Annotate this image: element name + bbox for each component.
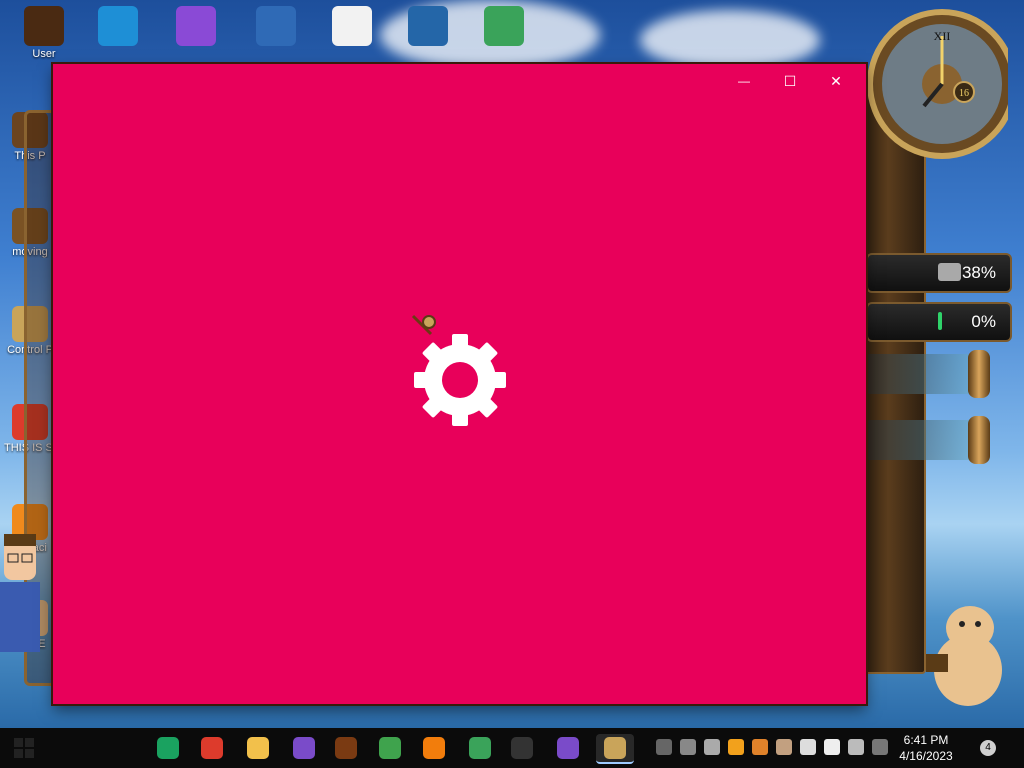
taskbar-date: 4/16/2023 (899, 749, 953, 763)
tray-app-icon[interactable] (752, 739, 768, 755)
edge-icon (98, 6, 138, 46)
steampunk-clock-widget[interactable]: 16 XII (862, 2, 1008, 164)
desktop-icon-label: User (32, 48, 56, 60)
chrome-icon (201, 737, 223, 759)
tube-cap (968, 416, 990, 464)
gauge-tube-2 (866, 416, 990, 464)
tray-grid-icon[interactable] (848, 739, 864, 755)
minimize-icon: — (738, 74, 750, 88)
desktop-icon-monitor[interactable] (474, 6, 534, 48)
taskbar-windows-flag[interactable] (376, 734, 404, 762)
svg-text:XII: XII (934, 29, 951, 43)
taskbar-bonzi-2[interactable] (554, 734, 582, 762)
monitor-icon (484, 6, 524, 46)
taskbar-file-explorer[interactable] (244, 734, 272, 762)
volume-muted-icon[interactable] (704, 739, 720, 755)
meter-value: 38% (961, 263, 996, 282)
taskbar-vlc[interactable] (420, 734, 448, 762)
cpu-meter-widget: 38% (866, 253, 1012, 293)
taskbar-chrome[interactable] (198, 734, 226, 762)
desktop-icon-user[interactable]: User (14, 6, 74, 60)
steampunk-cursor-icon (411, 314, 436, 336)
notification-count: 4 (985, 742, 991, 753)
clock-day-text: 16 (959, 88, 969, 99)
tray-drop-icon[interactable] (800, 739, 816, 755)
close-button[interactable]: ✕ (813, 66, 859, 96)
onedrive-icon[interactable] (824, 739, 840, 755)
desktop-icon-visual-studio[interactable] (166, 6, 226, 48)
taskbar-bonzi[interactable] (290, 734, 318, 762)
file-explorer-icon (247, 737, 269, 759)
maximize-icon: ☐ (783, 72, 797, 89)
taskbar-clock[interactable]: 6:41 PM 4/16/2023 (888, 732, 964, 764)
taskbar-app-brown[interactable] (332, 734, 360, 762)
start-windows-icon[interactable] (14, 738, 34, 758)
hamster-mascot[interactable] (918, 600, 1008, 708)
tube-cap (968, 350, 990, 398)
taskbar (0, 728, 1024, 768)
taskbar-google-chat[interactable] (154, 734, 182, 762)
spy-hat-icon (408, 6, 448, 46)
app-brown-icon (335, 737, 357, 759)
bonzi-icon (293, 737, 315, 759)
tray-pen-icon[interactable] (872, 739, 888, 755)
hxd-icon (332, 6, 372, 46)
google-chat-icon (157, 737, 179, 759)
search-tray-icon[interactable] (728, 739, 744, 755)
taskbar-active-window[interactable] (596, 734, 634, 764)
virtualbox-icon (256, 6, 296, 46)
desktop-icon-edge[interactable] (88, 6, 148, 48)
active-window-icon (604, 737, 626, 759)
tray-fries-icon[interactable] (776, 739, 792, 755)
maximize-button[interactable]: ☐ (767, 66, 813, 96)
app-window[interactable]: — ☐ ✕ (53, 64, 866, 704)
close-icon: ✕ (830, 72, 842, 89)
bonzi-2-icon (557, 737, 579, 759)
taskbar-remote-desktop[interactable] (466, 734, 494, 762)
user-icon (24, 6, 64, 46)
vlc-icon (423, 737, 445, 759)
desktop-icon-hxd[interactable] (322, 6, 382, 48)
cartoon-man-icon[interactable] (0, 530, 40, 660)
meter-fill (938, 312, 942, 330)
visual-studio-icon (176, 6, 216, 46)
settings-gear-icon (414, 334, 506, 426)
taskbar-time: 6:41 PM (903, 733, 949, 747)
remote-desktop-icon (469, 737, 491, 759)
taskbar-cat-app[interactable] (508, 734, 536, 762)
tray-cat-icon[interactable] (656, 739, 672, 755)
memory-meter-widget: 0% (866, 302, 1012, 342)
desktop-icon-spy-hat[interactable] (398, 6, 458, 48)
windows-flag-icon (379, 737, 401, 759)
desktop-icon-virtualbox[interactable] (246, 6, 306, 48)
cloud (640, 10, 820, 70)
network-icon[interactable] (680, 739, 696, 755)
gauge-tube-1 (866, 350, 990, 398)
minimize-button[interactable]: — (721, 66, 767, 96)
meter-value: 0% (971, 312, 996, 331)
cat-app-icon (511, 737, 533, 759)
notification-center-button[interactable]: 4 (980, 740, 996, 756)
meter-fill (938, 263, 961, 281)
